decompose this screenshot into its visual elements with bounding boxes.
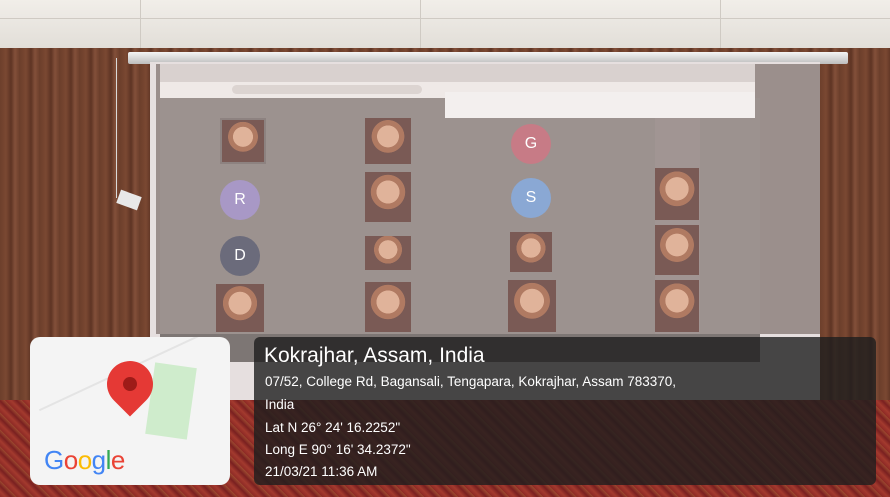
participant-avatar: S bbox=[511, 178, 551, 218]
latitude: Lat N 26° 24' 16.2252" bbox=[265, 420, 401, 435]
participant-video bbox=[365, 282, 411, 332]
participant-video bbox=[365, 236, 411, 270]
participant-video bbox=[655, 168, 699, 220]
address-line-1: 07/52, College Rd, Bagansali, Tengapara,… bbox=[265, 374, 677, 389]
projected-meeting-header bbox=[445, 92, 755, 118]
participant-video bbox=[655, 280, 699, 332]
projected-url-field bbox=[232, 85, 422, 94]
timestamp: 21/03/21 11:36 AM bbox=[265, 464, 378, 479]
projected-browser-tabbar bbox=[160, 64, 755, 82]
map-pin-dot bbox=[123, 377, 137, 391]
participant-video bbox=[222, 120, 264, 162]
ceiling-tile-line bbox=[0, 18, 890, 19]
ceiling-tile-seam bbox=[420, 0, 421, 48]
projector-pull-cord bbox=[116, 58, 117, 198]
participant-video bbox=[508, 280, 556, 332]
participant-video bbox=[365, 118, 411, 164]
participant-video bbox=[510, 232, 552, 272]
ceiling-tile-seam bbox=[720, 0, 721, 48]
map-green-area bbox=[145, 362, 197, 440]
longitude: Long E 90° 16' 34.2372" bbox=[265, 442, 411, 457]
ceiling bbox=[0, 0, 890, 48]
participant-video bbox=[216, 284, 264, 332]
participant-avatar: R bbox=[220, 180, 260, 220]
ceiling-tile-seam bbox=[140, 0, 141, 48]
location-title: Kokrajhar, Assam, India bbox=[264, 344, 485, 367]
participant-video bbox=[655, 225, 699, 275]
participant-video bbox=[365, 172, 411, 222]
participant-avatar: G bbox=[511, 124, 551, 164]
google-logo: Google bbox=[44, 445, 125, 475]
map-thumbnail: Google bbox=[30, 337, 230, 485]
participant-avatar: D bbox=[220, 236, 260, 276]
address-line-2: India bbox=[265, 397, 295, 412]
